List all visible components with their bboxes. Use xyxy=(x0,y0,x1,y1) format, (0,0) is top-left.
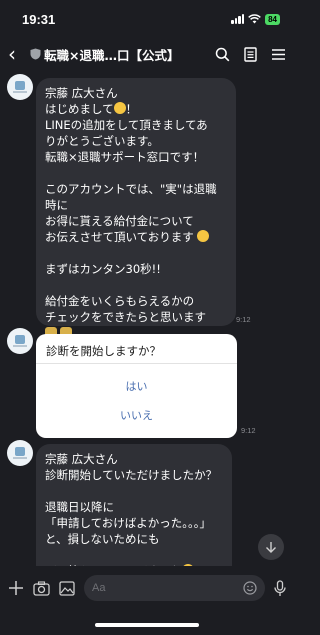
home-indicator xyxy=(95,623,199,627)
scroll-down-button[interactable] xyxy=(258,534,284,560)
message-time: 9:12 xyxy=(236,315,251,324)
arrow-down-icon xyxy=(266,542,276,553)
account-logo-icon xyxy=(13,81,27,93)
image-icon[interactable] xyxy=(59,580,75,596)
message-text: 宗藤 広大さん はじめまして！ LINEの追加をして頂きましてあ りがとうござい… xyxy=(45,85,227,325)
account-logo-icon xyxy=(13,335,27,347)
status-icons: 84 xyxy=(231,13,280,25)
message-line: まずはカンタン30秒!! 給付金をいくらもらえるかの チェックをできたらと思いま… xyxy=(45,262,206,324)
smile-emoji-icon xyxy=(113,102,126,114)
input-bar xyxy=(0,566,294,610)
plus-icon[interactable] xyxy=(8,580,24,596)
wifi-icon xyxy=(248,14,261,24)
status-time: 19:31 xyxy=(22,11,56,27)
menu-icon[interactable] xyxy=(271,48,286,61)
battery-indicator: 84 xyxy=(265,13,280,25)
signal-icon xyxy=(231,14,245,24)
message-input[interactable] xyxy=(92,582,192,594)
camera-icon[interactable] xyxy=(33,580,50,596)
emoji-icon[interactable] xyxy=(243,581,257,595)
message-text: 宗藤 広大さん 診断開始していただけましたか？ 退職日以降に 「申請しておけばよ… xyxy=(45,451,223,568)
chat-title: 転職×退職…口【公式】 xyxy=(44,47,180,63)
avatar[interactable] xyxy=(7,440,33,466)
message-line: 宗藤 広大さん はじめまして xyxy=(45,86,118,116)
message-input-wrap xyxy=(84,575,265,601)
notes-icon[interactable] xyxy=(244,46,257,62)
message-line: 宗藤 広大さん 診断開始していただけましたか？ 退職日以降に 「申請しておけばよ… xyxy=(45,452,218,568)
microphone-icon[interactable] xyxy=(274,579,286,597)
avatar[interactable] xyxy=(7,328,33,354)
avatar[interactable] xyxy=(7,74,33,100)
account-logo-icon xyxy=(13,447,27,459)
option-no-button[interactable]: いいえ xyxy=(36,401,237,430)
chat-title-wrap[interactable]: 転職×退職…口【公式】 xyxy=(30,45,211,64)
option-yes-button[interactable]: はい xyxy=(36,372,237,401)
card-question: 診断を開始しますか？ xyxy=(36,334,237,364)
grin-emoji-icon xyxy=(197,230,210,242)
chevron-left-icon[interactable]: ‹ xyxy=(8,42,30,66)
shield-icon xyxy=(30,48,41,60)
status-bar: 19:31 84 xyxy=(0,0,294,38)
message-time: 9:12 xyxy=(241,426,256,435)
chat-header: ‹ 転職×退職…口【公式】 xyxy=(0,38,294,70)
message-bubble: 宗藤 広大さん はじめまして！ LINEの追加をして頂きましてあ りがとうござい… xyxy=(36,78,236,339)
message-line: ！ LINEの追加をして頂きましてあ りがとうございます。 転職×退職サポート窓… xyxy=(45,102,217,244)
message-bubble: 宗藤 広大さん 診断開始していただけましたか？ 退職日以降に 「申請しておけばよ… xyxy=(36,444,232,568)
search-icon[interactable] xyxy=(215,47,230,62)
header-actions xyxy=(215,46,286,62)
question-card: 診断を開始しますか？ はい いいえ xyxy=(36,334,237,438)
